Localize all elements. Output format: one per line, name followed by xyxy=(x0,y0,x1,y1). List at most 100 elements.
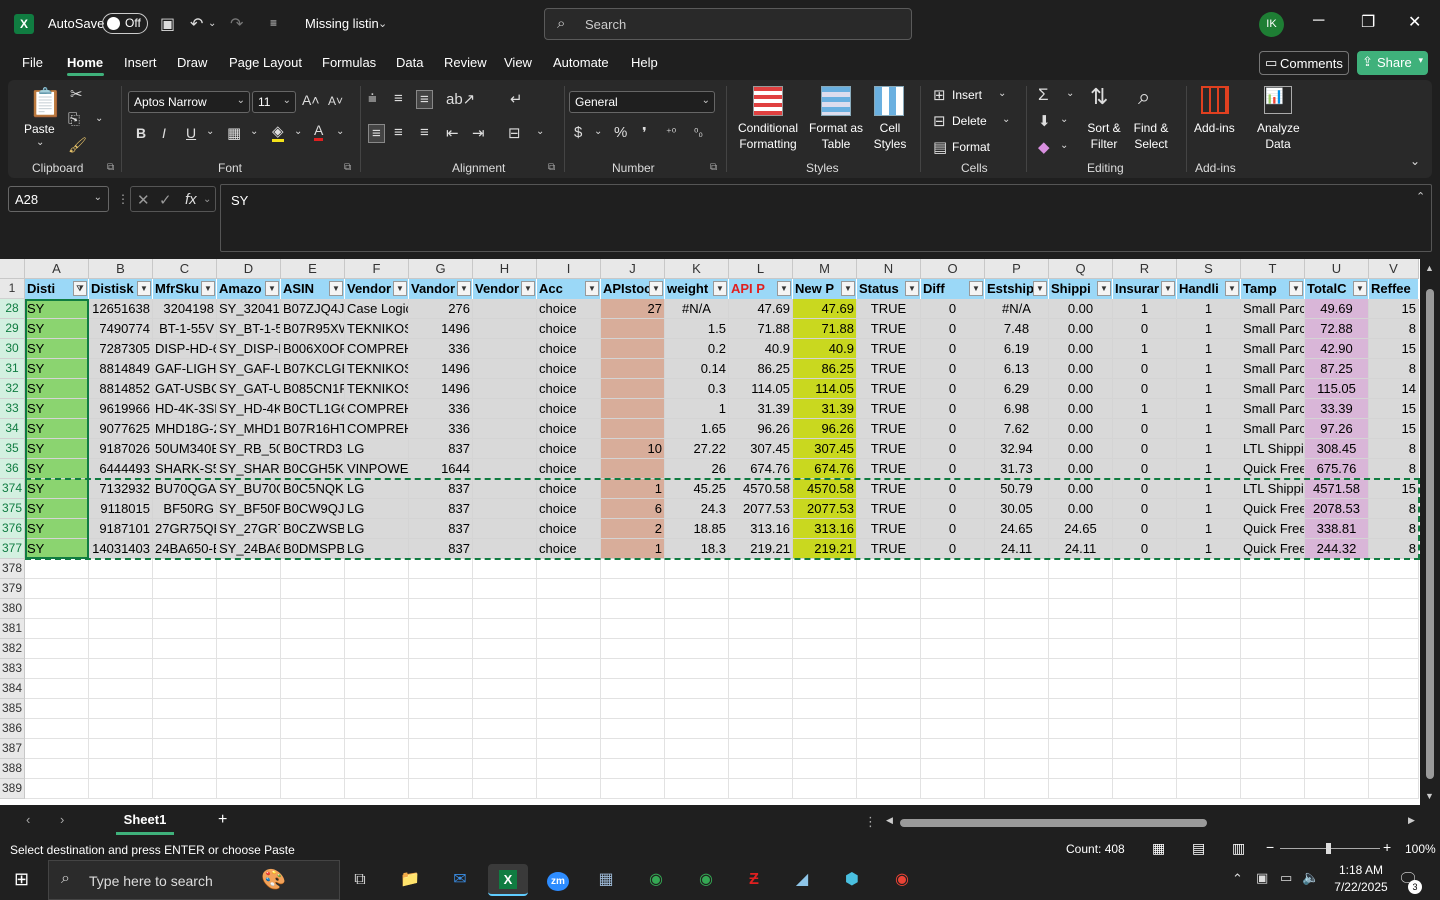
empty-cell[interactable] xyxy=(25,659,89,679)
table-header-cell[interactable]: APIstoc ▼ xyxy=(601,279,665,299)
column-header[interactable]: I xyxy=(537,259,601,279)
row-header[interactable]: 389 xyxy=(0,779,25,799)
empty-cell[interactable] xyxy=(1305,739,1369,759)
table-cell[interactable]: 1 xyxy=(1177,359,1241,379)
empty-cell[interactable] xyxy=(1113,779,1177,799)
row-header[interactable]: 379 xyxy=(0,579,25,599)
empty-cell[interactable] xyxy=(409,659,473,679)
chevron-down-icon[interactable]: ▾ xyxy=(1418,55,1423,66)
restore-icon[interactable]: ❐ xyxy=(1361,12,1375,32)
empty-cell[interactable] xyxy=(1369,739,1419,759)
empty-cell[interactable] xyxy=(1177,579,1241,599)
taskbar-search[interactable]: ⌕ Type here to search 🎨 xyxy=(48,860,340,900)
table-cell[interactable]: TRUE xyxy=(857,319,921,339)
table-cell[interactable]: B085CN1R xyxy=(281,379,345,399)
row-header[interactable]: 32 xyxy=(0,379,25,399)
tab-file[interactable]: File xyxy=(22,55,43,70)
filter-dropdown-icon[interactable]: ▼ xyxy=(1033,281,1047,296)
empty-cell[interactable] xyxy=(281,779,345,799)
empty-cell[interactable] xyxy=(537,699,601,719)
table-cell[interactable]: 72.88 xyxy=(1305,319,1369,339)
table-cell[interactable]: 837 xyxy=(409,479,473,499)
empty-cell[interactable] xyxy=(345,659,409,679)
empty-cell[interactable] xyxy=(793,639,857,659)
table-cell[interactable] xyxy=(601,459,665,479)
select-all-corner[interactable] xyxy=(0,259,25,279)
table-cell[interactable]: 276 xyxy=(409,299,473,319)
conditional-formatting-button[interactable]: Conditional Formatting xyxy=(728,120,808,152)
add-sheet-button[interactable]: + xyxy=(218,811,227,829)
more-options-icon[interactable]: ⋮ xyxy=(117,192,129,206)
table-cell[interactable]: 1 xyxy=(1177,539,1241,559)
table-cell[interactable]: 12651638 xyxy=(89,299,153,319)
empty-cell[interactable] xyxy=(89,639,153,659)
empty-cell[interactable] xyxy=(153,639,217,659)
table-cell[interactable]: Quick Free xyxy=(1241,499,1305,519)
empty-cell[interactable] xyxy=(473,759,537,779)
table-header-cell[interactable]: Vendor ▼ xyxy=(473,279,537,299)
empty-cell[interactable] xyxy=(1177,679,1241,699)
empty-cell[interactable] xyxy=(1305,559,1369,579)
empty-cell[interactable] xyxy=(1049,779,1113,799)
table-cell[interactable]: choice xyxy=(537,399,601,419)
table-cell[interactable]: 4570.58 xyxy=(729,479,793,499)
table-cell[interactable]: TRUE xyxy=(857,519,921,539)
column-header[interactable]: L xyxy=(729,259,793,279)
find-select-button[interactable]: Find & Select xyxy=(1128,120,1174,152)
filter-dropdown-icon[interactable]: ▼ xyxy=(201,281,215,296)
filter-dropdown-icon[interactable]: ▼ xyxy=(1161,281,1175,296)
table-cell[interactable]: choice xyxy=(537,539,601,559)
empty-cell[interactable] xyxy=(1241,619,1305,639)
empty-cell[interactable] xyxy=(1177,719,1241,739)
empty-cell[interactable] xyxy=(345,679,409,699)
table-cell[interactable]: 9187101 xyxy=(89,519,153,539)
chevron-down-icon[interactable]: ⌄ xyxy=(206,126,214,137)
table-cell[interactable] xyxy=(473,439,537,459)
empty-cell[interactable] xyxy=(729,779,793,799)
tab-insert[interactable]: Insert xyxy=(124,55,157,70)
empty-cell[interactable] xyxy=(1177,599,1241,619)
horizontal-scroll-thumb[interactable] xyxy=(900,819,1207,827)
page-break-view-icon[interactable]: ▥ xyxy=(1232,840,1245,857)
table-header-cell[interactable]: Estship ▼ xyxy=(985,279,1049,299)
empty-cell[interactable] xyxy=(409,619,473,639)
table-cell[interactable] xyxy=(473,299,537,319)
table-cell[interactable]: 30.05 xyxy=(985,499,1049,519)
search-box[interactable]: ⌕ Search xyxy=(544,8,912,40)
table-cell[interactable]: 219.21 xyxy=(729,539,793,559)
empty-cell[interactable] xyxy=(985,659,1049,679)
empty-cell[interactable] xyxy=(409,579,473,599)
row-header[interactable]: 386 xyxy=(0,719,25,739)
empty-cell[interactable] xyxy=(153,759,217,779)
table-cell[interactable]: TRUE xyxy=(857,539,921,559)
cut-icon[interactable]: ✂ xyxy=(70,85,83,103)
empty-cell[interactable] xyxy=(409,719,473,739)
table-cell[interactable]: SY xyxy=(25,439,89,459)
table-cell[interactable] xyxy=(473,459,537,479)
table-cell[interactable]: 0 xyxy=(1113,359,1177,379)
windows-start-icon[interactable]: ⊞ xyxy=(14,869,29,890)
tab-help[interactable]: Help xyxy=(631,55,658,70)
chevron-down-icon[interactable]: ⌄ xyxy=(1060,140,1068,151)
table-cell[interactable]: 0 xyxy=(1113,479,1177,499)
table-cell[interactable]: 0 xyxy=(921,319,985,339)
table-cell[interactable]: B006X0OF xyxy=(281,339,345,359)
table-cell[interactable]: 1 xyxy=(1177,419,1241,439)
comma-style-icon[interactable]: ❜ xyxy=(642,124,647,142)
row-header[interactable]: 385 xyxy=(0,699,25,719)
underline-icon[interactable]: U xyxy=(186,125,196,141)
zoom-out-icon[interactable]: − xyxy=(1266,839,1274,855)
table-cell[interactable]: 18.3 xyxy=(665,539,729,559)
table-cell[interactable]: 1 xyxy=(601,479,665,499)
align-top-icon[interactable]: ⩧ xyxy=(368,90,377,107)
empty-cell[interactable] xyxy=(793,579,857,599)
empty-cell[interactable] xyxy=(153,699,217,719)
table-cell[interactable]: 1 xyxy=(1177,399,1241,419)
table-cell[interactable]: TRUE xyxy=(857,419,921,439)
empty-cell[interactable] xyxy=(985,759,1049,779)
table-cell[interactable] xyxy=(601,339,665,359)
empty-cell[interactable] xyxy=(729,679,793,699)
decrease-font-icon[interactable]: A˅ xyxy=(328,94,343,108)
filezilla-icon[interactable]: Ƶ xyxy=(734,864,774,896)
empty-cell[interactable] xyxy=(857,639,921,659)
